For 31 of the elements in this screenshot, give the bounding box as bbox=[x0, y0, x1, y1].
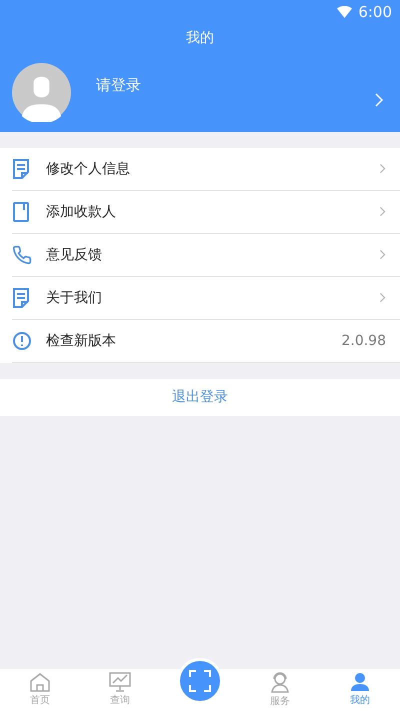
menu-item[interactable]: 关于我们 bbox=[12, 277, 400, 320]
tab[interactable]: 服务 bbox=[240, 669, 320, 711]
scan-icon bbox=[189, 670, 211, 692]
tab[interactable]: 首页 bbox=[0, 669, 80, 711]
status-time: 6:00 bbox=[358, 2, 392, 23]
chevron-icon bbox=[379, 206, 386, 218]
wifi-icon bbox=[337, 6, 352, 18]
document-icon bbox=[12, 287, 30, 309]
menu-item[interactable]: 检查新版本 2.0.98 bbox=[12, 320, 400, 363]
person-icon bbox=[350, 672, 370, 692]
chevron-icon bbox=[379, 292, 386, 304]
book-icon bbox=[12, 201, 30, 223]
tab[interactable]: 查询 bbox=[80, 669, 160, 711]
menu-item[interactable]: 意见反馈 bbox=[12, 234, 400, 277]
login-row[interactable]: 请登录 bbox=[0, 52, 400, 132]
logout-button[interactable]: 退出登录 bbox=[0, 379, 400, 416]
avatar-icon bbox=[12, 62, 71, 122]
tab[interactable]: 我的 bbox=[320, 669, 400, 711]
menu-item[interactable]: 修改个人信息 bbox=[12, 148, 400, 191]
chevron-icon bbox=[379, 163, 386, 175]
phone-icon bbox=[12, 245, 32, 265]
chart-icon bbox=[109, 672, 131, 692]
home-icon bbox=[29, 672, 51, 692]
version-text: 2.0.98 bbox=[341, 332, 386, 350]
document-icon bbox=[12, 158, 30, 180]
chevron-icon bbox=[374, 92, 384, 108]
alert-icon bbox=[12, 331, 32, 351]
headset-icon bbox=[269, 671, 291, 693]
menu-item[interactable]: 添加收款人 bbox=[12, 191, 400, 234]
page-title: 我的 bbox=[186, 28, 214, 48]
chevron-icon bbox=[379, 249, 386, 261]
